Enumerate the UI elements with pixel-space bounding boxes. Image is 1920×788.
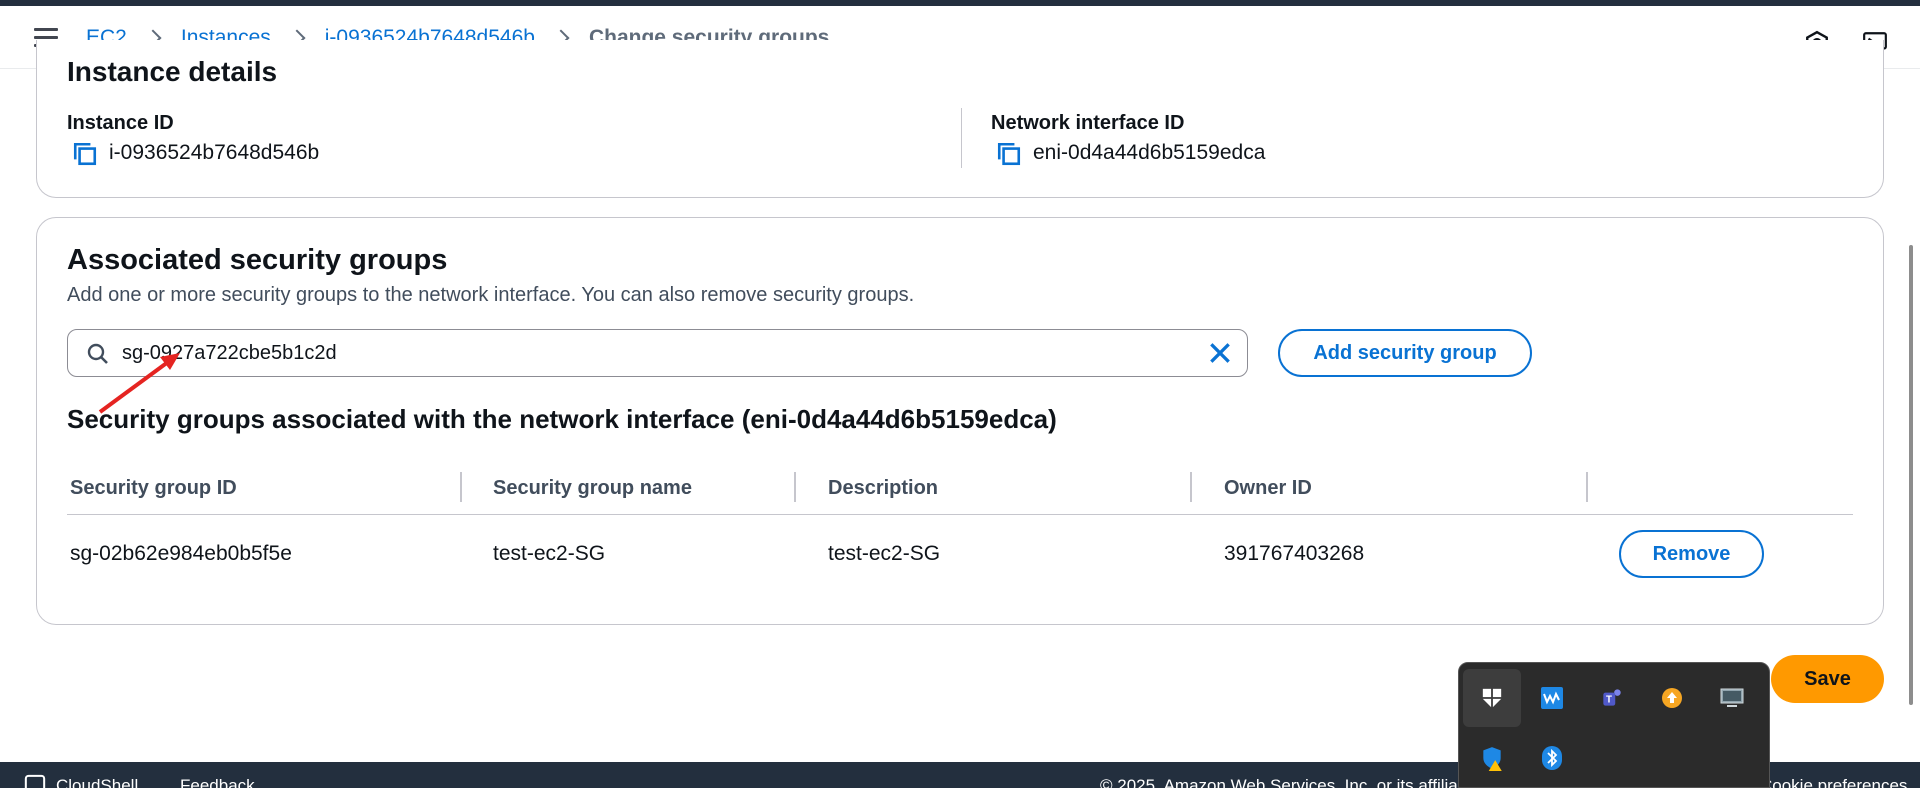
search-icon: [87, 343, 108, 364]
column-resizer[interactable]: [1586, 472, 1588, 502]
column-header-owner: Owner ID: [1224, 477, 1312, 499]
copy-icon[interactable]: [996, 141, 1022, 167]
column-resizer[interactable]: [1190, 472, 1192, 502]
cell-description: test-ec2-SG: [828, 542, 941, 565]
wave-app-icon[interactable]: [1523, 669, 1581, 727]
column-header-id: Security group ID: [70, 477, 237, 499]
section-title: Associated security groups: [67, 244, 448, 276]
instance-details-title: Instance details: [67, 56, 278, 87]
table-title: Security groups associated with the netw…: [67, 404, 1057, 434]
footer-cookie[interactable]: Cookie preferences: [1760, 776, 1907, 788]
network-interface-value: eni-0d4a44d6b5159edca: [1033, 141, 1266, 164]
section-description: Add one or more security groups to the n…: [67, 284, 915, 306]
scrollbar[interactable]: [1909, 245, 1913, 705]
instance-details-panel: [36, 40, 1884, 198]
search-input[interactable]: [122, 336, 1162, 370]
footer-cloudshell[interactable]: CloudShell: [56, 776, 138, 788]
column-divider: [961, 108, 962, 168]
cell-security-group-name: test-ec2-SG: [493, 542, 606, 565]
network-interface-label: Network interface ID: [991, 112, 1185, 134]
column-resizer[interactable]: [460, 472, 462, 502]
app-icon[interactable]: [1463, 669, 1521, 727]
system-tray-popup: T: [1458, 662, 1770, 788]
close-icon[interactable]: [1207, 340, 1233, 366]
footer-feedback[interactable]: Feedback: [180, 776, 255, 788]
security-group-search[interactable]: [67, 329, 1248, 377]
footer-copyright: © 2025, Amazon Web Services, Inc. or its…: [1100, 776, 1486, 788]
copy-icon[interactable]: [72, 141, 98, 167]
update-icon[interactable]: [1643, 669, 1701, 727]
add-security-group-button[interactable]: Add security group: [1278, 329, 1532, 377]
teams-icon[interactable]: T: [1583, 669, 1641, 727]
column-header-description: Description: [828, 477, 939, 499]
cell-security-group-id: sg-02b62e984eb0b5f5e: [70, 542, 292, 565]
save-button[interactable]: Save: [1771, 655, 1884, 703]
column-header-name: Security group name: [493, 477, 692, 499]
cell-owner-id: 391767403268: [1224, 542, 1365, 565]
cloudshell-icon[interactable]: [24, 774, 46, 788]
column-resizer[interactable]: [794, 472, 796, 502]
display-icon[interactable]: [1703, 669, 1761, 727]
security-warning-icon[interactable]: [1463, 729, 1521, 787]
svg-text:T: T: [1606, 694, 1612, 705]
bluetooth-icon[interactable]: [1523, 729, 1581, 787]
instance-id-value: i-0936524b7648d546b: [109, 141, 320, 164]
table-divider: [67, 514, 1853, 515]
remove-button[interactable]: Remove: [1619, 530, 1764, 578]
instance-id-label: Instance ID: [67, 112, 174, 134]
